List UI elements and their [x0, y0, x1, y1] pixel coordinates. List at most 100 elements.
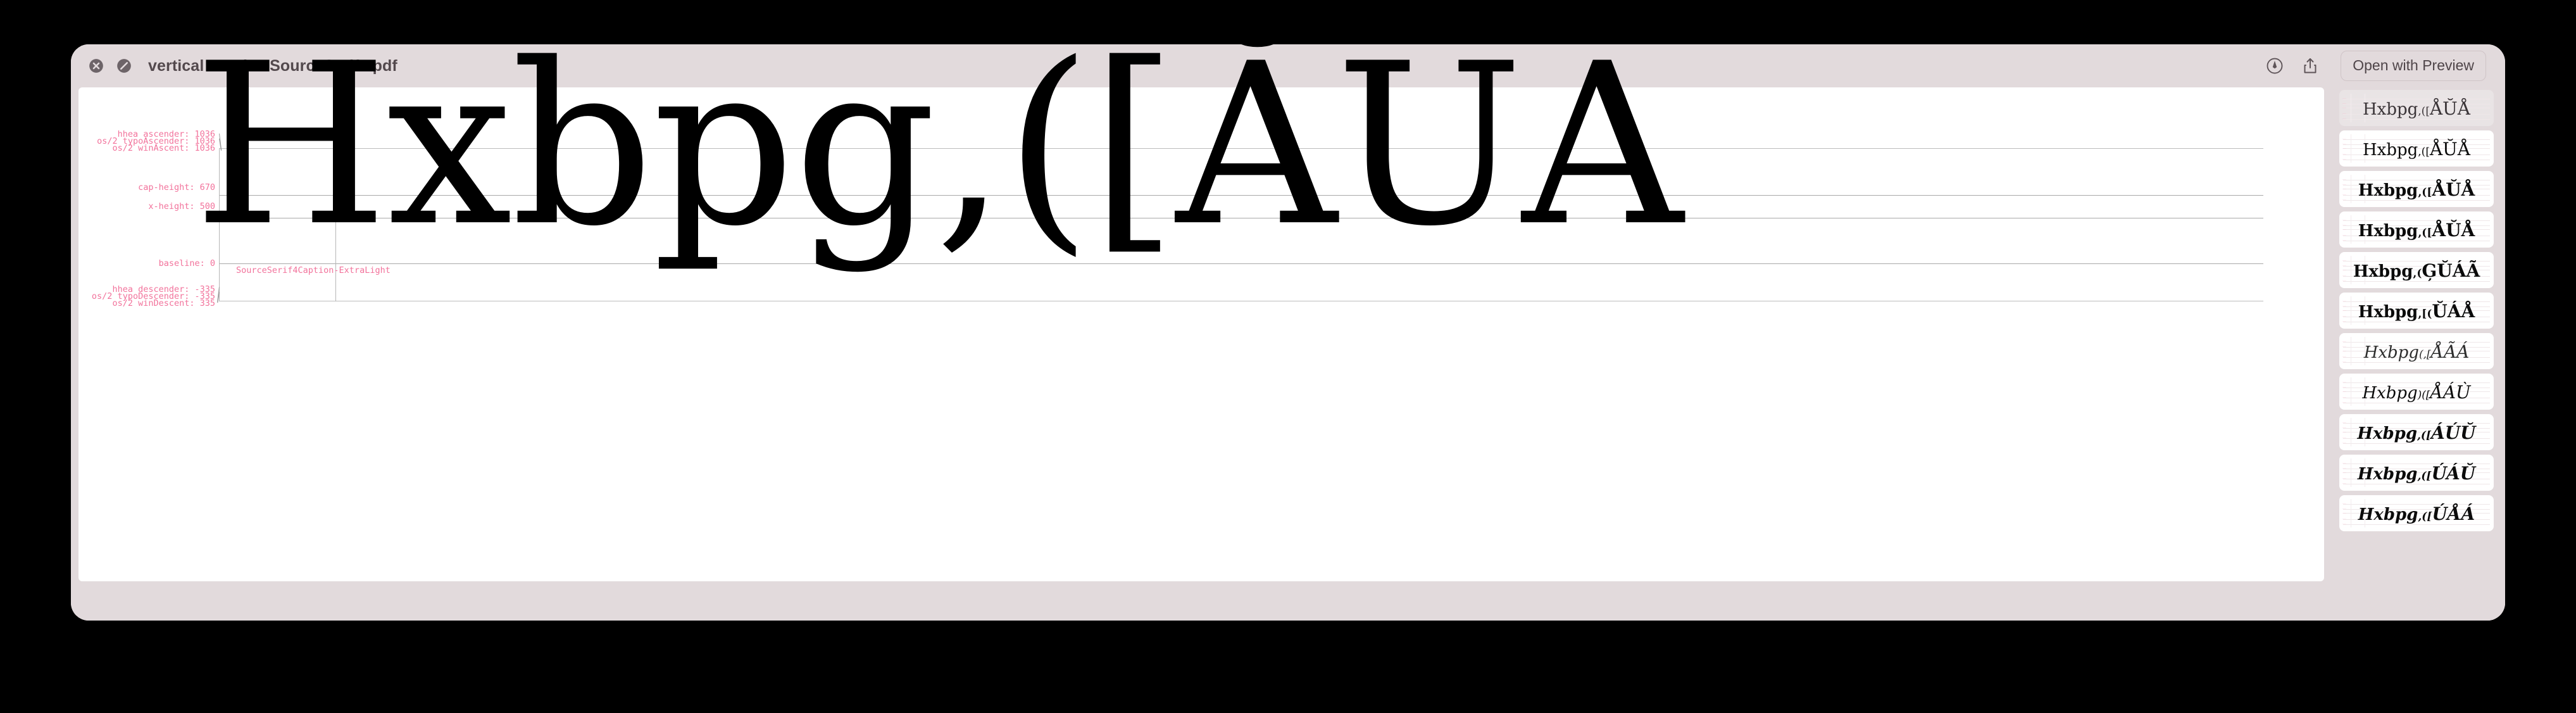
thumbnail-metric-label-0: ———— [2342, 98, 2346, 99]
thumbnail-metric-label-1: ———— [2342, 508, 2346, 510]
thumbnail-metric-label-3: ———— [2342, 194, 2346, 196]
thumbnail-metric-label-3: ———— [2342, 113, 2346, 115]
thumbnail-page-1[interactable]: ———— ———— ———— ———— ———— Hxbpg,([ÅŬÅ [2339, 90, 2494, 126]
thumbnail-page-2[interactable]: ———— ———— ———— ———— ———— Hxbpg,([ÅŬÅ [2339, 130, 2494, 167]
thumbnail-sample-text: Hxbpg,[(ŬÁÅ [2358, 302, 2475, 320]
thumbnail-metric-label-3: ———— [2342, 437, 2346, 439]
thumbnail-page-6[interactable]: ———— ———— ———— ———— ———— Hxbpg,[(ŬÁÅ [2339, 293, 2494, 329]
thumbnail-sample-punctuation: ,([ [2418, 186, 2432, 199]
thumbnail-metric-label-2: ———— [2342, 148, 2346, 149]
thumbnail-sample-punctuation: )([ [2417, 388, 2430, 401]
no-entry-icon[interactable] [114, 56, 134, 76]
thumbnail-metric-label-3: ———— [2342, 356, 2346, 358]
thumbnail-metric-label-2: ———— [2342, 107, 2346, 109]
thumbnail-metric-label-2: ———— [2342, 472, 2346, 474]
thumbnail-sample-letters: Hxbpg [2357, 464, 2418, 484]
thumbnail-metric-label-2: ———— [2342, 391, 2346, 393]
thumbnail-sample-punctuation: ,([ [2418, 104, 2430, 118]
thumbnail-metric-label-1: ———— [2342, 386, 2346, 388]
thumbnail-metric-label-2: ———— [2342, 350, 2346, 352]
thumbnail-metric-label-0: ———— [2342, 138, 2346, 140]
thumbnail-metric-label-1: ———— [2342, 265, 2346, 267]
thumbnail-metric-label-1: ———— [2342, 224, 2346, 226]
thumbnail-page-3[interactable]: ———— ———— ———— ———— ———— Hxbpg,([ÅŬÅ [2339, 171, 2494, 207]
thumbnail-sample-accents: ÚÁŬ [2431, 462, 2476, 484]
pdf-preview-window: vertical metrics SourceSerif4.pdf Open w… [71, 44, 2505, 621]
thumbnail-metric-label-2: ———— [2342, 188, 2346, 190]
thumbnail-metric-label-4: ———— [2342, 199, 2346, 201]
open-with-preview-button[interactable]: Open with Preview [2341, 51, 2486, 81]
thumbnail-metric-label-1: ———— [2342, 427, 2346, 429]
thumbnail-sample-letters: Hxbpg [2353, 262, 2413, 281]
thumbnail-sample-text: Hxbpg,([ÚÁŬ [2357, 462, 2476, 484]
thumbnail-metric-label-3: ———— [2342, 234, 2346, 236]
thumbnail-metric-label-0: ———— [2342, 381, 2346, 383]
markup-pen-icon[interactable] [2257, 48, 2292, 84]
thumbnail-metric-label-4: ———— [2342, 442, 2346, 444]
thumbnail-sample-text: Hxbpg,([ÁÚŬ [2357, 424, 2475, 442]
thumbnail-metric-label-3: ———— [2342, 396, 2346, 398]
thumbnail-sample-text: Hxbpg,([ÅŬÅ [2363, 138, 2470, 160]
thumbnail-sample-accents: ÅŬÅ [2429, 138, 2470, 160]
pdf-page[interactable]: hhea ascender: 1036 os/2 typoAscender: 1… [78, 44, 2324, 581]
thumbnail-metric-label-4: ———— [2342, 280, 2346, 282]
thumbnail-metric-label-3: ———— [2342, 477, 2346, 479]
thumbnail-page-5[interactable]: ———— ———— ———— ———— ———— Hxbpg,(ĢŬÁÃ [2339, 252, 2494, 288]
titlebar-right-group: Open with Preview [2257, 48, 2505, 84]
thumbnail-metric-label-1: ———— [2342, 305, 2346, 307]
thumbnail-sample-accents: ÅŬÅ [2432, 219, 2475, 241]
thumbnail-metric-label-2: ———— [2342, 512, 2346, 514]
thumbnail-metric-label-0: ———— [2342, 422, 2346, 424]
thumbnail-page-10[interactable]: ———— ———— ———— ———— ———— Hxbpg,([ÚÁŬ [2339, 455, 2494, 491]
thumbnail-page-4[interactable]: ———— ———— ———— ———— ———— Hxbpg,([ÅŬÅ [2339, 211, 2494, 248]
thumbnail-sample-letters: Hxbpg [2358, 180, 2418, 200]
document-area: hhea ascender: 1036 os/2 typoAscender: 1… [71, 44, 2505, 621]
thumbnail-sample-punctuation: ,([ [2418, 510, 2432, 523]
metric-label-win-descent: os/2 winDescent: 335 [112, 298, 215, 308]
thumbnail-sample-letters: Hxbpg [2363, 99, 2418, 119]
thumbnail-metric-label-2: ———— [2342, 431, 2346, 433]
thumbnail-metric-label-0: ———— [2342, 503, 2346, 505]
thumbnail-sample-text: Hxbpg,(ĢŬÁÃ [2353, 262, 2480, 280]
thumbnail-metric-label-0: ———— [2342, 260, 2346, 262]
thumbnail-sample-text: Hxbpg)([ÅÁÙ [2362, 383, 2470, 403]
thumbnail-sample-text: Hxbpg,([ÅŬÅ [2358, 179, 2475, 200]
thumbnail-metric-label-1: ———— [2342, 467, 2346, 469]
thumbnail-sample-punctuation: ,([ [2417, 429, 2432, 442]
share-icon[interactable] [2292, 48, 2328, 84]
thumbnail-metric-label-4: ———— [2342, 523, 2346, 525]
thumbnail-metric-label-4: ———— [2342, 239, 2346, 241]
thumbnail-sample-accents: ÅÃÁ [2430, 341, 2470, 362]
thumbnail-sample-accents: ÚÅÁ [2432, 503, 2475, 524]
thumbnail-sample-punctuation: ,([ [2417, 469, 2432, 483]
thumbnail-page-11[interactable]: ———— ———— ———— ———— ———— Hxbpg,([ÚÅÁ [2339, 495, 2494, 531]
thumbnail-sample-letters: Hxbpg [2362, 383, 2418, 403]
thumbnail-sidebar[interactable]: ———— ———— ———— ———— ———— Hxbpg,([ÅŬÅ ———— ———— —… [2333, 87, 2505, 621]
thumbnail-metric-label-4: ———— [2342, 158, 2346, 160]
thumbnail-sample-punctuation: (,[ [2418, 348, 2431, 361]
thumbnail-metric-label-4: ———— [2342, 401, 2346, 403]
thumbnail-sample-letters: Hxbpg [2363, 343, 2419, 362]
thumbnail-metric-label-2: ———— [2342, 310, 2346, 312]
thumbnail-sample-text: Hxbpg,([ÅŬÅ [2363, 98, 2470, 119]
thumbnail-metric-label-4: ———— [2342, 361, 2346, 363]
thumbnail-sample-letters: Hxbpg [2363, 140, 2418, 160]
thumbnail-metric-label-1: ———— [2342, 143, 2346, 145]
thumbnail-sample-letters: Hxbpg [2358, 221, 2418, 241]
thumbnail-sample-text: Hxbpg,([ÅŬÅ [2358, 219, 2475, 241]
thumbnail-sample-punctuation: ,[( [2418, 307, 2432, 320]
thumbnail-metric-label-0: ———— [2342, 341, 2346, 343]
thumbnail-sample-accents: ÅŬÅ [2432, 179, 2475, 200]
thumbnail-page-7[interactable]: ———— ———— ———— ———— ———— Hxbpg(,[ÅÃÁ [2339, 333, 2494, 369]
thumbnail-page-8[interactable]: ———— ———— ———— ———— ———— Hxbpg)([ÅÁÙ [2339, 374, 2494, 410]
thumbnail-metric-label-1: ———— [2342, 184, 2346, 186]
thumbnail-metric-label-0: ———— [2342, 219, 2346, 221]
thumbnail-sample-text: Hxbpg,([ÚÅÁ [2358, 505, 2475, 523]
thumbnail-metric-label-3: ———— [2342, 315, 2346, 317]
thumbnail-sample-accents: ÅŬÅ [2429, 98, 2470, 119]
close-circle-icon[interactable] [86, 56, 106, 76]
thumbnail-metric-label-0: ———— [2342, 179, 2346, 180]
thumbnail-sample-accents: ĢŬÁÃ [2422, 260, 2480, 281]
thumbnail-metric-label-4: ———— [2342, 320, 2346, 322]
thumbnail-page-9[interactable]: ———— ———— ———— ———— ———— Hxbpg,([ÁÚŬ [2339, 414, 2494, 450]
